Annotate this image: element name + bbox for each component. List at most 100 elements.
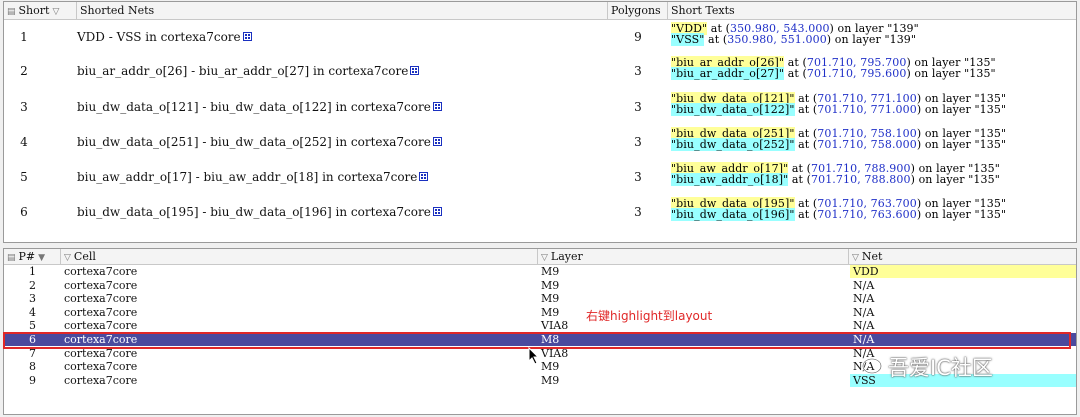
polygons-count: 9: [634, 30, 642, 44]
shorted-nets-label: biu_dw_data_o[121] - biu_dw_data_o[122] …: [77, 100, 431, 114]
polygon-row[interactable]: 5 cortexa7core VIA8 N/A: [4, 319, 1076, 332]
polygon-layer: VIA8: [541, 319, 569, 333]
shorted-nets-text: VDD - VSS in cortexa7core: [77, 30, 252, 44]
short-text-net-name: "biu_ar_addr_o[27]": [671, 67, 785, 80]
short-text-net-name: "biu_dw_data_o[252]": [671, 138, 795, 151]
mouse-cursor-icon: [528, 347, 540, 365]
column-header-cell[interactable]: ▽ Cell: [61, 249, 538, 264]
shorted-nets-text: biu_dw_data_o[195] - biu_dw_data_o[196] …: [77, 205, 442, 219]
short-text-line-2: "biu_ar_addr_o[27]" at (701.710, 795.600…: [671, 67, 996, 80]
polygon-net: N/A: [853, 292, 875, 306]
filter-icon[interactable]: ▽: [64, 251, 71, 264]
expand-icon[interactable]: [432, 102, 442, 111]
polygon-number: 3: [29, 292, 36, 306]
watermark-text: 吾爱IC社区: [888, 356, 993, 380]
column-header-short-texts[interactable]: Short Texts: [668, 2, 1076, 19]
wechat-logo-icon: [862, 358, 882, 374]
short-index: 5: [20, 170, 28, 184]
polygon-layer: M9: [541, 278, 560, 292]
short-index: 3: [20, 100, 28, 114]
polygon-cell: cortexa7core: [64, 319, 138, 333]
column-header-polygons[interactable]: Polygons: [608, 2, 668, 19]
shorts-table-panel: ▤ Short ▽ Shorted Nets Polygons Short Text…: [3, 1, 1077, 243]
filter-icon[interactable]: ▽: [852, 251, 859, 264]
short-text-line-2: "biu_dw_data_o[122]" at (701.710, 771.00…: [671, 103, 1007, 116]
polygon-number: 5: [29, 319, 36, 333]
expand-icon[interactable]: [432, 137, 442, 146]
column-header-p[interactable]: ▤ P# ▼: [4, 249, 61, 264]
short-text-line-2: "biu_dw_data_o[252]" at (701.710, 758.00…: [671, 138, 1007, 151]
polygon-cell: cortexa7core: [64, 278, 138, 292]
polygon-cell: cortexa7core: [64, 305, 138, 319]
polygon-row[interactable]: 4 cortexa7core M9 N/A: [4, 306, 1076, 319]
short-row[interactable]: 4 biu_dw_data_o[251] - biu_dw_data_o[252]…: [4, 125, 1076, 160]
polygon-layer: M9: [541, 265, 560, 278]
polygon-cell: cortexa7core: [64, 292, 138, 306]
short-text-net-name: "biu_aw_addr_o[18]": [671, 173, 789, 186]
polygons-table-header: ▤ P# ▼ ▽ Cell ▽ Layer ▽ Net: [4, 249, 1076, 265]
expand-icon[interactable]: [242, 32, 252, 41]
shorted-nets-label: biu_dw_data_o[195] - biu_dw_data_o[196] …: [77, 205, 431, 219]
short-text-coordinate: 701.710, 795.600: [806, 67, 907, 80]
column-header-net[interactable]: ▽ Net: [849, 249, 1076, 264]
polygon-layer: M9: [541, 373, 560, 387]
expand-icon[interactable]: [410, 66, 420, 75]
annotation-text: 右键highlight到layout: [586, 309, 713, 323]
polygon-layer: M9: [541, 292, 560, 306]
short-index: 4: [20, 135, 28, 149]
column-header-short[interactable]: ▤ Short ▽: [4, 2, 77, 19]
polygon-number: 9: [29, 373, 36, 387]
polygon-cell: cortexa7core: [64, 373, 138, 387]
shorted-nets-label: biu_ar_addr_o[26] - biu_ar_addr_o[27] in…: [77, 64, 409, 78]
short-text-line-2: "biu_aw_addr_o[18]" at (701.710, 788.800…: [671, 173, 1000, 186]
expand-icon[interactable]: [419, 172, 429, 181]
polygons-count: 3: [634, 135, 642, 149]
short-text-net-name: "VSS": [671, 33, 705, 46]
short-text-coordinate: 701.710, 771.000: [817, 103, 917, 116]
short-row[interactable]: 6 biu_dw_data_o[195] - biu_dw_data_o[196]…: [4, 195, 1076, 230]
polygons-count: 3: [634, 170, 642, 184]
polygon-row[interactable]: 1 cortexa7core M9 VDD: [4, 265, 1076, 278]
short-row[interactable]: 1 VDD - VSS in cortexa7core 9 "VDD" at (350…: [4, 20, 1076, 55]
filter-icon[interactable]: ▽: [52, 7, 59, 17]
table-menu-icon[interactable]: ▤: [7, 251, 16, 264]
polygons-count: 3: [634, 64, 642, 78]
short-row[interactable]: 3 biu_dw_data_o[121] - biu_dw_data_o[122]…: [4, 90, 1076, 125]
short-text-net-name: "biu_dw_data_o[122]": [671, 103, 795, 116]
polygon-cell: cortexa7core: [64, 360, 138, 374]
short-row[interactable]: 5 biu_aw_addr_o[17] - biu_aw_addr_o[18] i…: [4, 160, 1076, 195]
shorted-nets-text: biu_dw_data_o[251] - biu_dw_data_o[252] …: [77, 135, 442, 149]
shorted-nets-text: biu_ar_addr_o[26] - biu_ar_addr_o[27] in…: [77, 64, 420, 78]
table-menu-icon[interactable]: ▤: [7, 4, 16, 19]
column-header-shorted-nets[interactable]: Shorted Nets: [77, 2, 608, 19]
short-text-net-name: "biu_dw_data_o[196]": [671, 208, 795, 221]
polygon-net: N/A: [853, 278, 875, 292]
shorted-nets-text: biu_aw_addr_o[17] - biu_aw_addr_o[18] in…: [77, 170, 429, 184]
shorted-nets-label: biu_dw_data_o[251] - biu_dw_data_o[252] …: [77, 135, 431, 149]
short-text-coordinate: 350.980, 551.000: [727, 33, 827, 46]
polygon-row[interactable]: 2 cortexa7core M9 N/A: [4, 279, 1076, 292]
polygon-layer: M9: [541, 305, 560, 319]
expand-icon[interactable]: [432, 207, 442, 216]
short-index: 1: [20, 30, 28, 44]
short-text-coordinate: 701.710, 788.800: [811, 173, 911, 186]
short-index: 6: [20, 205, 28, 219]
polygon-number: 1: [29, 265, 36, 278]
short-text-line-2: "biu_dw_data_o[196]" at (701.710, 763.60…: [671, 208, 1007, 221]
short-text-line-2: "VSS" at (350.980, 551.000) on layer "13…: [671, 33, 917, 46]
shorted-nets-label: biu_aw_addr_o[17] - biu_aw_addr_o[18] in…: [77, 170, 418, 184]
polygon-net: N/A: [853, 319, 875, 333]
polygons-count: 3: [634, 100, 642, 114]
polygon-number: 4: [29, 305, 36, 319]
sort-desc-icon[interactable]: ▼: [38, 253, 45, 263]
filter-icon[interactable]: ▽: [541, 251, 548, 264]
column-header-layer[interactable]: ▽ Layer: [538, 249, 849, 264]
polygon-net: N/A: [853, 305, 875, 319]
polygon-cell: cortexa7core: [64, 265, 138, 278]
polygon-row[interactable]: 3 cortexa7core M9 N/A: [4, 292, 1076, 305]
shorted-nets-label: VDD - VSS in cortexa7core: [77, 30, 241, 44]
polygon-net: VDD: [850, 265, 1076, 278]
short-row[interactable]: 2 biu_ar_addr_o[26] - biu_ar_addr_o[27] i…: [4, 54, 1076, 89]
polygons-count: 3: [634, 205, 642, 219]
polygon-layer: M9: [541, 360, 560, 374]
